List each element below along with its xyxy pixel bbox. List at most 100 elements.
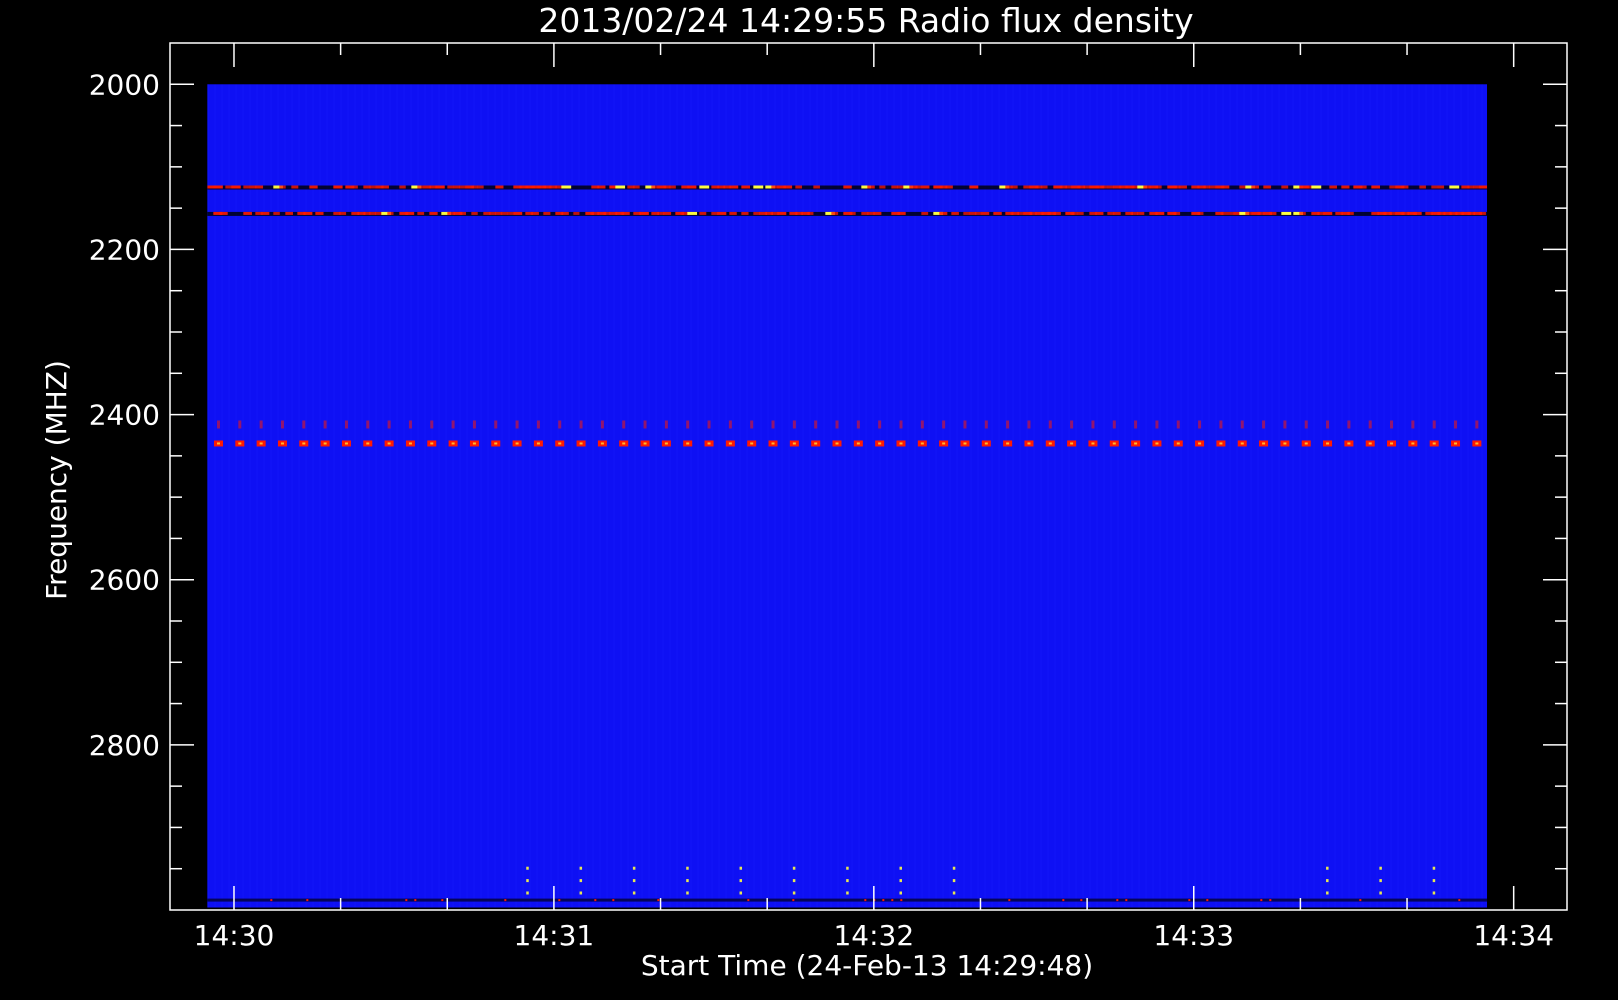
continuous-line-segment [921,185,930,189]
continuous-line-segment [261,211,270,215]
texture-stripe [1152,84,1154,908]
continuous-line-segment [1431,185,1438,189]
pulse-mark-weak [771,420,775,429]
continuous-line-segment [351,185,358,189]
texture-stripe [340,84,342,908]
texture-stripe [326,84,328,908]
continuous-line-segment [561,211,569,215]
pulse-mark-weak [280,420,284,429]
continuous-line-segment [1341,185,1350,189]
bottom-edge-speck [1116,899,1119,902]
texture-stripe [1222,84,1224,908]
continuous-line-segment [447,185,454,189]
bottom-edge-speck [594,899,597,902]
pulse-mark-weak [323,420,327,429]
pulse-core [387,442,391,445]
continuous-line-segment [603,211,611,215]
continuous-line-segment [1131,211,1138,215]
bottom-dot [1432,891,1436,895]
continuous-line-segment [861,211,869,215]
texture-stripe [998,84,1000,908]
texture-stripe [564,84,566,908]
texture-stripe [480,84,482,908]
texture-stripe [1474,84,1476,908]
bottom-edge-speck [891,899,894,902]
pulse-mark-weak [1326,420,1330,429]
continuous-line-segment [1173,185,1181,189]
texture-stripe [942,84,944,908]
continuous-line-segment [1221,185,1230,189]
bottom-edge-speck [306,899,309,902]
continuous-line-segment [453,185,460,189]
continuous-line-segment [225,185,232,189]
continuous-line-segment [369,211,377,215]
texture-stripe [1103,84,1105,908]
pulse-mark-weak [408,420,412,429]
pulse-mark-weak [1219,420,1223,429]
texture-stripe [1362,84,1364,908]
continuous-line-segment [873,211,882,215]
texture-stripe [627,84,629,908]
continuous-line-segment [1347,211,1354,215]
texture-stripe [1159,84,1161,908]
continuous-line-segment [1263,185,1272,189]
pulse-core [302,442,306,445]
pulse-mark-weak [1475,420,1479,429]
continuous-line-segment [969,211,977,215]
texture-stripe [214,84,216,908]
continuous-line-segment [273,211,280,215]
texture-stripe [599,84,601,908]
texture-stripe [1453,84,1455,908]
texture-stripe [410,84,412,908]
continuous-line-segment [981,211,990,215]
continuous-line-segment [1203,185,1211,189]
continuous-line-segment [219,211,228,215]
pulse-core [1176,442,1180,445]
continuous-line-segment [315,211,324,215]
bottom-edge-speck [405,899,408,902]
texture-stripe [1355,84,1357,908]
continuous-line-segment [729,211,737,215]
texture-stripe [347,84,349,908]
continuous-line-segment [813,185,820,189]
texture-stripe [1082,84,1084,908]
continuous-line-segment [1251,185,1259,189]
pulse-core [259,442,263,445]
pulse-mark-weak [728,420,732,429]
pulse-mark-weak [387,420,391,429]
continuous-line-segment [1221,211,1228,215]
pulse-mark-weak [622,420,626,429]
texture-stripe [718,84,720,908]
bottom-edge-speck [657,899,660,902]
pulse-core [1155,442,1159,445]
pulse-core [494,442,498,445]
continuous-line-segment [615,185,626,189]
bottom-dot [739,891,743,895]
texture-stripe [872,84,874,908]
continuous-line-segment [879,185,886,189]
continuous-line-segment [1281,185,1289,189]
continuous-line-segment [375,211,382,215]
bottom-dot [579,891,583,895]
texture-stripe [900,84,902,908]
bottom-edge-speck [900,899,903,902]
bottom-edge-speck [1080,899,1083,902]
continuous-line-segment [1107,211,1115,215]
texture-stripe [1243,84,1245,908]
texture-stripe [494,84,496,908]
continuous-line-segment [1281,211,1292,215]
texture-stripe [291,84,293,908]
texture-stripe [704,84,706,908]
continuous-line-segment [1473,185,1481,189]
texture-stripe [536,84,538,908]
bottom-edge-speck [882,899,885,902]
texture-stripe [1054,84,1056,908]
pulse-mark-weak [984,420,988,429]
bottom-dot [846,866,849,870]
texture-stripe [466,84,468,908]
continuous-line-segment [1311,185,1322,189]
continuous-line-segment [405,211,415,215]
continuous-line-segment [477,185,484,189]
texture-stripe [1467,84,1469,908]
pulse-core [1070,442,1074,445]
